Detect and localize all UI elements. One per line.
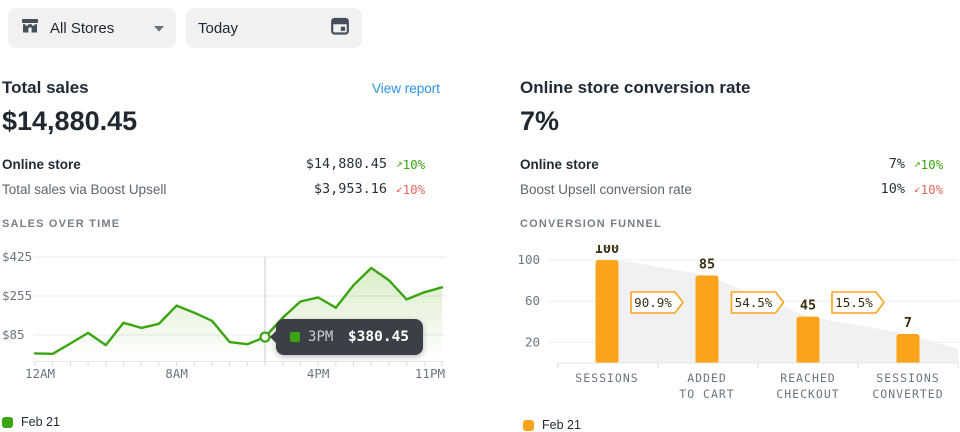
svg-text:TO CART: TO CART xyxy=(679,387,734,401)
metric-row-online-store: Online store 7% ↗10% xyxy=(520,152,960,176)
funnel-bar xyxy=(696,275,719,363)
conversion-rate-card: Online store conversion rate 7% Online s… xyxy=(520,70,960,431)
svg-text:CONVERTED: CONVERTED xyxy=(872,387,943,401)
svg-text:REACHED: REACHED xyxy=(780,371,835,385)
trend-up-icon: ↗ xyxy=(914,157,921,170)
metric-label: Total sales via Boost Upsell xyxy=(2,182,237,197)
total-sales-card: Total sales View report $14,880.45 Onlin… xyxy=(2,70,442,431)
svg-text:54.5%: 54.5% xyxy=(735,295,773,310)
metric-delta: ↗10% xyxy=(396,157,442,172)
chevron-down-icon xyxy=(154,19,164,37)
svg-text:45: 45 xyxy=(800,298,816,314)
trend-down-icon: ↙ xyxy=(396,182,403,195)
metric-value: 7% xyxy=(755,156,905,172)
chart-tooltip: 3PM $380.45 xyxy=(276,319,423,355)
svg-text:7: 7 xyxy=(904,315,912,331)
svg-text:12AM: 12AM xyxy=(25,366,55,381)
svg-text:CHECKOUT: CHECKOUT xyxy=(776,387,839,401)
section-title-sales-over-time: SALES OVER TIME xyxy=(2,218,120,230)
hover-point-marker xyxy=(261,333,270,342)
funnel-bar xyxy=(897,334,920,363)
metric-value: $3,953.16 xyxy=(237,181,387,197)
series-dot-icon xyxy=(290,332,300,342)
tooltip-value: $380.45 xyxy=(341,329,409,345)
svg-text:8AM: 8AM xyxy=(165,366,188,381)
svg-text:15.5%: 15.5% xyxy=(835,295,873,310)
card-title: Total sales xyxy=(2,78,89,98)
metric-delta: ↗10% xyxy=(914,157,960,172)
metric-row-boost-upsell: Total sales via Boost Upsell $3,953.16 ↙… xyxy=(2,177,442,201)
legend-feb-21: Feb 21 xyxy=(523,418,581,432)
storefront-icon xyxy=(20,16,40,41)
funnel-bar xyxy=(596,260,619,363)
calendar-icon xyxy=(330,16,350,41)
svg-text:85: 85 xyxy=(699,256,715,272)
view-report-link[interactable]: View report xyxy=(372,81,440,96)
conversion-funnel-chart[interactable]: 100 60 20 100 85 45 7 90.9% 54.5% 15.5% SESSIONS AD… xyxy=(518,245,960,405)
svg-text:11PM: 11PM xyxy=(415,366,445,381)
metric-value: $14,880.45 xyxy=(237,156,387,172)
total-sales-value: $14,880.45 xyxy=(2,106,137,137)
section-title-conversion-funnel: CONVERSION FUNNEL xyxy=(520,218,662,230)
metric-delta: ↙10% xyxy=(914,182,960,197)
metric-label: Online store xyxy=(2,157,237,172)
legend-swatch-orange xyxy=(523,420,534,431)
conversion-rate-value: 7% xyxy=(520,106,559,137)
svg-text:$85: $85 xyxy=(2,327,25,342)
svg-text:60: 60 xyxy=(525,293,540,308)
metric-label: Boost Upsell conversion rate xyxy=(520,182,755,197)
card-title: Online store conversion rate xyxy=(520,78,751,98)
metric-row-online-store: Online store $14,880.45 ↗10% xyxy=(2,152,442,176)
date-range-selector[interactable]: Today xyxy=(186,8,362,48)
filter-bar: All Stores Today xyxy=(0,0,960,58)
metric-row-boost-upsell: Boost Upsell conversion rate 10% ↙10% xyxy=(520,177,960,201)
trend-up-icon: ↗ xyxy=(396,157,403,170)
date-range-label: Today xyxy=(198,20,238,37)
svg-text:$255: $255 xyxy=(2,288,32,303)
svg-text:SESSIONS: SESSIONS xyxy=(876,371,939,385)
legend-swatch-green xyxy=(2,417,13,428)
svg-text:90.9%: 90.9% xyxy=(634,295,672,310)
funnel-bar xyxy=(797,317,820,363)
store-selector-label: All Stores xyxy=(50,20,114,37)
metric-value: 10% xyxy=(755,181,905,197)
trend-down-icon: ↙ xyxy=(914,182,921,195)
svg-text:100: 100 xyxy=(518,252,540,267)
metric-label: Online store xyxy=(520,157,755,172)
metric-delta: ↙10% xyxy=(396,182,442,197)
svg-text:SESSIONS: SESSIONS xyxy=(575,371,638,385)
store-selector[interactable]: All Stores xyxy=(8,8,176,48)
svg-text:4PM: 4PM xyxy=(307,366,330,381)
svg-text:$425: $425 xyxy=(2,249,32,264)
metric-rows: Online store $14,880.45 ↗10% Total sales… xyxy=(2,152,442,201)
metric-rows: Online store 7% ↗10% Boost Upsell conver… xyxy=(520,152,960,201)
svg-text:ADDED: ADDED xyxy=(687,371,727,385)
svg-text:20: 20 xyxy=(525,334,540,349)
legend-feb-21: Feb 21 xyxy=(2,415,60,429)
svg-text:100: 100 xyxy=(595,245,619,257)
tooltip-time: 3PM xyxy=(308,329,333,345)
sales-over-time-chart[interactable]: $85 $255 $425 12AM 8AM 4PM 11PM 3PM $380.45 xyxy=(2,248,446,383)
